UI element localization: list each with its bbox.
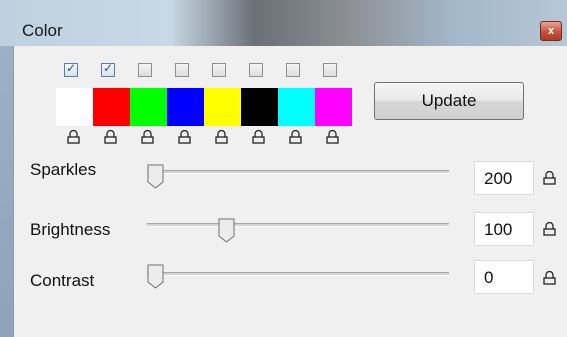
swatch-checkbox-blue[interactable]: [175, 63, 189, 77]
check-mark-icon: ✓: [102, 61, 114, 75]
color-swatch-green[interactable]: [130, 88, 167, 126]
lock-icon[interactable]: [543, 171, 556, 185]
window-title: Color: [22, 21, 63, 40]
lock-icon[interactable]: [215, 130, 228, 144]
color-swatch-cyan[interactable]: [278, 88, 315, 126]
swatch-checkbox-white[interactable]: ✓: [64, 61, 78, 77]
lock-icon[interactable]: [289, 130, 302, 144]
lock-icon[interactable]: [543, 222, 556, 236]
swatch-checkbox-cyan[interactable]: [286, 63, 300, 77]
lock-icon[interactable]: [326, 130, 339, 144]
color-swatch-row: [56, 88, 352, 126]
sparkles-slider-track[interactable]: [147, 170, 449, 174]
lock-icon[interactable]: [104, 130, 117, 144]
brightness-slider-track[interactable]: [147, 223, 449, 227]
lock-icon[interactable]: [141, 130, 154, 144]
lock-icon[interactable]: [543, 271, 556, 285]
contrast-label: Contrast: [30, 271, 95, 290]
check-mark-icon: ✓: [65, 61, 77, 75]
update-button[interactable]: Update: [374, 82, 524, 120]
color-swatch-black[interactable]: [241, 88, 278, 126]
color-dialog: Color x ✓ ✓ Update Sparkles 200 Brightne…: [0, 0, 567, 337]
brightness-slider-thumb[interactable]: [218, 218, 235, 243]
contrast-slider-track[interactable]: [147, 272, 449, 276]
sparkles-label: Sparkles: [30, 160, 97, 179]
swatch-checkbox-green[interactable]: [138, 63, 152, 77]
color-swatch-blue[interactable]: [167, 88, 204, 126]
swatch-checkbox-magenta[interactable]: [323, 63, 337, 77]
contrast-slider-thumb[interactable]: [147, 264, 164, 289]
swatch-checkbox-red[interactable]: ✓: [101, 61, 115, 77]
swatch-checkbox-black[interactable]: [249, 63, 263, 77]
close-button[interactable]: x: [540, 21, 562, 41]
brightness-value-field[interactable]: 100: [474, 212, 534, 246]
color-swatch-white[interactable]: [56, 88, 93, 126]
swatch-checkbox-yellow[interactable]: [212, 63, 226, 77]
sparkles-value-field[interactable]: 200: [474, 161, 534, 195]
lock-icon[interactable]: [178, 130, 191, 144]
close-icon: x: [547, 25, 555, 37]
color-swatch-red[interactable]: [93, 88, 130, 126]
lock-icon[interactable]: [252, 130, 265, 144]
sparkles-slider-thumb[interactable]: [147, 164, 164, 189]
dialog-client-area: ✓ ✓ Update Sparkles 200 Brightness 100 C…: [13, 46, 567, 337]
lock-icon[interactable]: [67, 130, 80, 144]
brightness-label: Brightness: [30, 220, 111, 239]
color-swatch-yellow[interactable]: [204, 88, 241, 126]
title-bar[interactable]: Color x: [0, 0, 567, 46]
contrast-value-field[interactable]: 0: [474, 260, 534, 294]
color-swatch-magenta[interactable]: [315, 88, 352, 126]
